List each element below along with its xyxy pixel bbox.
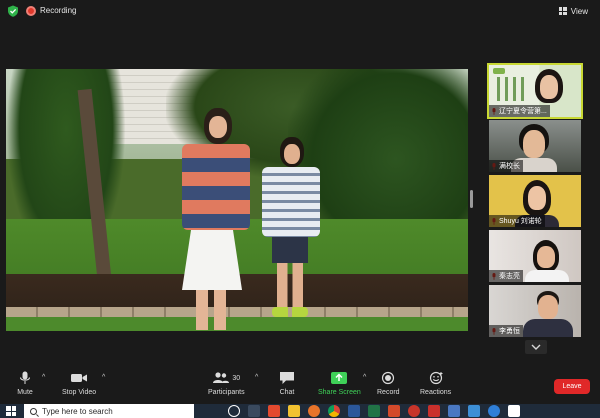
file-explorer-icon[interactable]	[288, 405, 300, 417]
mute-button[interactable]: Mute	[16, 371, 34, 396]
meeting-toolbar: Mute ^ Stop Video ^ 30 Participants ^ Ch…	[0, 368, 600, 402]
taskbar-search-input[interactable]	[42, 406, 182, 416]
view-label: View	[570, 6, 588, 16]
girl-figure-legs	[196, 290, 226, 330]
participant-name: 满校长	[489, 160, 523, 172]
participant-face	[523, 130, 545, 158]
boy-figure-shoes	[272, 307, 308, 317]
excel-icon[interactable]	[368, 405, 380, 417]
banner-logo	[493, 68, 505, 74]
participant-tile[interactable]: 辽宁夏令营第...	[487, 63, 583, 119]
app-icon-red[interactable]	[408, 405, 420, 417]
task-view-icon[interactable]	[248, 405, 260, 417]
chat-label: Chat	[279, 389, 295, 396]
zoom-meeting-window: Recording View 辽宁夏令营第... 满校长 Shuyu 刘诺轮 秦…	[0, 0, 600, 418]
browser-icon[interactable]	[488, 405, 500, 417]
participant-shoulders	[523, 319, 573, 337]
app-icon-white[interactable]	[508, 405, 520, 417]
girl-figure-skirt	[182, 230, 242, 290]
participant-face	[528, 186, 546, 210]
participants-icon	[213, 372, 230, 383]
participant-shoulders	[525, 270, 569, 282]
firefox-icon[interactable]	[308, 405, 320, 417]
share-screen-arrow-icon	[331, 372, 348, 384]
record-label: Record	[377, 389, 400, 396]
top-bar: Recording View	[0, 0, 600, 22]
participants-options-caret[interactable]: ^	[255, 374, 258, 381]
word-icon[interactable]	[348, 405, 360, 417]
share-screen-button[interactable]: Share Screen	[318, 371, 361, 396]
participant-face	[537, 246, 555, 268]
powerpoint-icon[interactable]	[388, 405, 400, 417]
taskbar-search-box[interactable]	[24, 404, 194, 418]
view-button[interactable]: View	[558, 5, 588, 17]
network-app-icon[interactable]	[448, 405, 460, 417]
participant-name: Shuyu 刘诺轮	[489, 215, 545, 227]
search-icon	[30, 407, 37, 415]
participant-name: 辽宁夏令营第...	[489, 105, 550, 117]
record-icon	[382, 371, 395, 385]
boy-figure-legs	[277, 263, 303, 309]
reactions-smiley-icon	[429, 371, 443, 385]
banner-calligraphy	[497, 77, 527, 101]
recording-icon	[26, 6, 36, 16]
acrobat-icon[interactable]	[428, 405, 440, 417]
windows-logo-icon[interactable]	[6, 406, 16, 416]
video-options-caret[interactable]: ^	[102, 374, 105, 381]
participants-button[interactable]: 30 Participants	[208, 371, 245, 396]
chat-button[interactable]: Chat	[278, 371, 296, 396]
participant-face	[540, 75, 558, 99]
participant-face	[538, 295, 558, 319]
mute-label: Mute	[17, 389, 33, 396]
participant-name: 秦志亮	[489, 270, 523, 282]
girl-figure-face	[209, 116, 227, 138]
boy-figure-striped-shirt	[262, 167, 320, 237]
chrome-icon[interactable]	[328, 405, 340, 417]
stop-video-button[interactable]: Stop Video	[62, 371, 96, 396]
participant-tile[interactable]: Shuyu 刘诺轮	[489, 175, 581, 227]
chat-bubble-icon	[280, 372, 294, 384]
video-camera-icon	[71, 374, 88, 382]
recording-label: Recording	[40, 6, 77, 15]
boy-figure-face	[284, 144, 300, 164]
stop-video-label: Stop Video	[62, 389, 97, 396]
microphone-icon	[19, 371, 31, 384]
gallery-resize-handle[interactable]	[470, 190, 473, 208]
reactions-button[interactable]: Reactions	[420, 371, 451, 396]
shield-icon[interactable]	[7, 5, 19, 17]
participant-tile[interactable]: 李勇恒	[489, 285, 581, 337]
boy-figure-shorts	[272, 237, 308, 263]
participant-tile[interactable]: 满校长	[489, 120, 581, 172]
share-screen-label: Share Screen	[318, 389, 361, 396]
share-options-caret[interactable]: ^	[363, 374, 366, 381]
zoom-app-icon[interactable]	[468, 405, 480, 417]
participants-label: Participants	[208, 389, 245, 396]
view-grid-icon	[558, 7, 567, 15]
participants-icon-group: 30	[212, 371, 240, 385]
leave-button[interactable]: Leave	[554, 379, 590, 394]
cortana-circle-icon[interactable]	[228, 405, 240, 417]
audio-options-caret[interactable]: ^	[42, 374, 45, 381]
reactions-label: Reactions	[420, 389, 452, 396]
girl-figure-striped-shirt	[182, 144, 250, 230]
participants-count: 30	[232, 374, 241, 382]
chevron-down-icon[interactable]	[525, 340, 547, 354]
participant-name: 李勇恒	[489, 325, 523, 337]
record-button[interactable]: Record	[377, 371, 400, 396]
taskbar-pinned-apps	[228, 405, 520, 417]
pdf-app-icon[interactable]	[268, 405, 280, 417]
participant-tile[interactable]: 秦志亮	[489, 230, 581, 282]
